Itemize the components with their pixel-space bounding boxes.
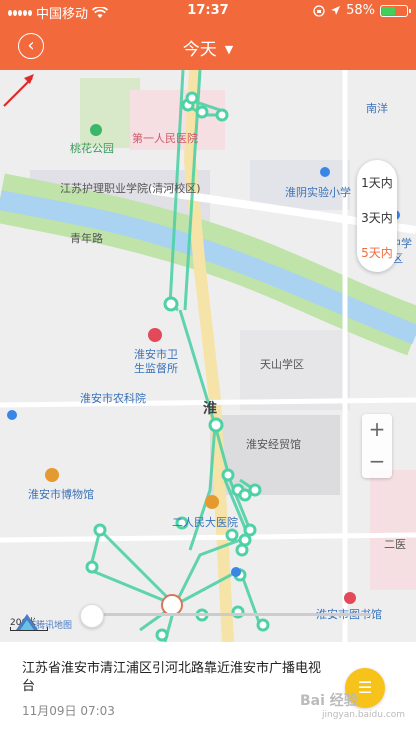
list-icon: ☰: [357, 678, 373, 697]
watermark-label: Bai 经验: [300, 693, 358, 709]
map-label-huai: 淮: [203, 401, 217, 417]
map-label-hospital3: 二人民大医院: [172, 516, 238, 529]
current-position-marker: [161, 594, 183, 616]
map-view[interactable]: 桃花公园 第一人民医院 江苏护理职业学院(清河校区) 淮阴实验小学 南洋 淮安中…: [0, 70, 416, 642]
location-address: 江苏省淮安市清江浦区引河北路靠近淮安市广播电视台: [22, 661, 322, 694]
page-title: 今天: [182, 40, 217, 60]
battery-icon: [380, 4, 411, 17]
hospital-poi-icon: [205, 495, 219, 509]
zoom-in-button[interactable]: +: [362, 414, 392, 444]
annotation-arrow-icon: [3, 74, 34, 107]
health-poi-icon: [148, 328, 162, 342]
time-range-panel: 1天内 3天内 5天内: [357, 160, 397, 272]
map-label-hospital2: 淮安市农科院: [80, 392, 146, 405]
bank-poi-icon: [231, 567, 241, 577]
school-poi-icon: [320, 167, 330, 177]
status-bar: 中国移动 17:37 58%: [0, 0, 416, 22]
location-datetime: 11月09日 07:03: [22, 704, 115, 718]
location-icon: [331, 6, 341, 15]
map-label-school: 淮阴实验小学: [285, 186, 351, 199]
left-poi-icon: [7, 410, 17, 420]
museum-poi-icon: [45, 468, 59, 482]
gym-area: [210, 415, 340, 495]
right-area: [370, 470, 416, 590]
map-label-nanyang: 南洋: [366, 102, 388, 115]
timeline-slider-track[interactable]: [90, 613, 370, 616]
zoom-out-button[interactable]: −: [362, 446, 392, 476]
map-label-hospital: 第一人民医院: [132, 132, 198, 145]
battery-percent: 58%: [346, 3, 375, 18]
park-poi-icon: [90, 124, 102, 136]
map-canvas: [0, 70, 416, 642]
caret-down-icon: ▼: [224, 43, 234, 56]
range-option-5days[interactable]: 5天内: [357, 244, 397, 261]
nav-bar: ‹ 今天 ▼: [0, 22, 416, 70]
range-option-1day[interactable]: 1天内: [357, 174, 397, 191]
map-label-college: 江苏护理职业学院(清河校区): [60, 182, 201, 195]
status-right: 58%: [313, 3, 411, 18]
range-option-3days[interactable]: 3天内: [357, 209, 397, 226]
right-poi-icon: [344, 592, 356, 604]
map-label-gym: 淮安经贸馆: [246, 438, 301, 451]
date-filter-dropdown[interactable]: 今天 ▼: [0, 35, 416, 60]
map-logo-label: 腾讯地图: [36, 621, 73, 631]
zoom-controls: + −: [362, 414, 392, 478]
map-label-health-2: 生监督所: [134, 362, 178, 375]
watermark-sub-label: jingyan.baidu.com: [322, 710, 406, 720]
map-label-museum: 淮安市博物馆: [28, 488, 94, 501]
rotation-lock-icon: [313, 4, 325, 17]
road-4: [0, 532, 416, 543]
map-label-road: 青年路: [70, 232, 103, 245]
timeline-slider-handle[interactable]: [80, 604, 104, 628]
map-label-er: 二医: [384, 538, 406, 551]
map-label-district: 天山学区: [260, 358, 304, 371]
map-label-park: 桃花公园: [70, 142, 114, 155]
